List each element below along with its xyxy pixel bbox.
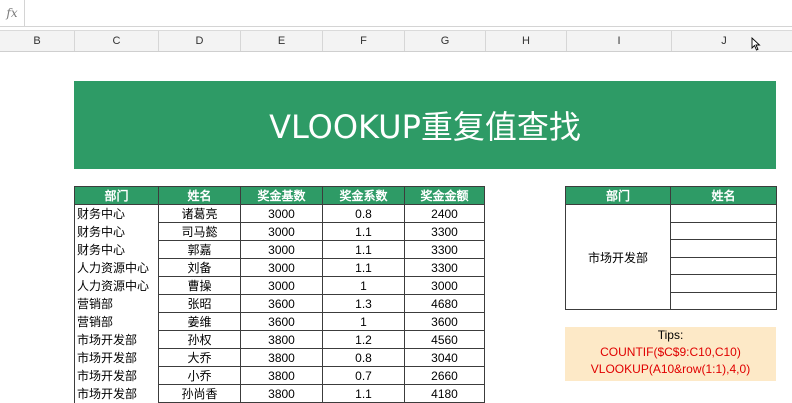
cell-bonus-coef[interactable]: 1.1	[322, 258, 405, 277]
table-row: 财务中心 郭嘉 3000 1.1 3300	[74, 240, 485, 259]
cell-bonus-base[interactable]: 3000	[240, 258, 323, 277]
tips-title: Tips:	[657, 328, 684, 342]
lookup-name-cell[interactable]	[670, 204, 777, 223]
lookup-table: 部门 姓名 市场开发部	[565, 186, 777, 310]
cell-bonus-coef[interactable]: 1.2	[322, 330, 405, 349]
cell-bonus-base[interactable]: 3800	[240, 348, 323, 367]
formula-input[interactable]	[25, 2, 792, 24]
tips-formula-countif: COUNTIF($C$9:C10,C10)	[600, 345, 741, 359]
cell-bonus-coef[interactable]: 1.3	[322, 294, 405, 313]
cell-department[interactable]: 财务中心	[74, 222, 159, 241]
cell-bonus-amount[interactable]: 3300	[404, 258, 485, 277]
header-bonus-base[interactable]: 奖金基数	[240, 186, 323, 205]
lookup-header-name[interactable]: 姓名	[670, 186, 777, 205]
cell-name[interactable]: 孙权	[158, 330, 241, 349]
header-name[interactable]: 姓名	[158, 186, 241, 205]
lookup-name-cell[interactable]	[670, 239, 777, 258]
function-icon[interactable]: fx	[0, 0, 25, 26]
tips-formula-vlookup: VLOOKUP(A10&row(1:1),4,0)	[590, 362, 751, 376]
cell-bonus-coef[interactable]: 1.1	[322, 240, 405, 259]
column-header-g[interactable]: G	[405, 31, 486, 51]
cell-bonus-base[interactable]: 3000	[240, 204, 323, 223]
cell-name[interactable]: 姜维	[158, 312, 241, 331]
cell-bonus-amount[interactable]: 4560	[404, 330, 485, 349]
title-banner: VLOOKUP重复值查找	[74, 81, 776, 169]
table-header-row: 部门 姓名 奖金基数 奖金系数 奖金金额	[74, 186, 485, 205]
cell-bonus-coef[interactable]: 1	[322, 276, 405, 295]
cell-bonus-coef[interactable]: 0.7	[322, 366, 405, 385]
cell-department[interactable]: 财务中心	[74, 204, 159, 223]
column-header-h[interactable]: H	[486, 31, 567, 51]
lookup-name-cell[interactable]	[670, 291, 777, 310]
lookup-header-department[interactable]: 部门	[565, 186, 671, 205]
column-header-d[interactable]: D	[159, 31, 241, 51]
lookup-department-cell[interactable]: 市场开发部	[565, 204, 671, 310]
cell-department[interactable]: 人力资源中心	[74, 258, 159, 277]
cell-bonus-amount[interactable]: 3300	[404, 240, 485, 259]
cell-department[interactable]: 人力资源中心	[74, 276, 159, 295]
mouse-cursor-icon	[751, 37, 761, 51]
cell-name[interactable]: 郭嘉	[158, 240, 241, 259]
table-row: 市场开发部	[565, 204, 777, 310]
cell-name[interactable]: 刘备	[158, 258, 241, 277]
cell-bonus-base[interactable]: 3000	[240, 240, 323, 259]
lookup-name-cell[interactable]	[670, 256, 777, 275]
cell-bonus-amount[interactable]: 2400	[404, 204, 485, 223]
table-row: 营销部 姜维 3600 1 3600	[74, 312, 485, 331]
cell-name[interactable]: 张昭	[158, 294, 241, 313]
table-row: 财务中心 诸葛亮 3000 0.8 2400	[74, 204, 485, 223]
cell-bonus-amount[interactable]: 3040	[404, 348, 485, 367]
table-row: 市场开发部 大乔 3800 0.8 3040	[74, 348, 485, 367]
cell-bonus-base[interactable]: 3600	[240, 312, 323, 331]
cell-name[interactable]: 大乔	[158, 348, 241, 367]
cell-department[interactable]: 财务中心	[74, 240, 159, 259]
cell-name[interactable]: 曹操	[158, 276, 241, 295]
cell-bonus-base[interactable]: 3800	[240, 330, 323, 349]
worksheet: VLOOKUP重复值查找 部门 姓名 奖金基数 奖金系数 奖金金额 财务中心 诸…	[0, 51, 792, 403]
table-row: 财务中心 司马懿 3000 1.1 3300	[74, 222, 485, 241]
formula-bar: fx	[0, 0, 792, 27]
table-row: 市场开发部 孙权 3800 1.2 4560	[74, 330, 485, 349]
table-row: 营销部 张昭 3600 1.3 4680	[74, 294, 485, 313]
cell-bonus-base[interactable]: 3600	[240, 294, 323, 313]
column-header-c[interactable]: C	[75, 31, 159, 51]
cell-bonus-amount[interactable]: 3300	[404, 222, 485, 241]
table-row: 人力资源中心 刘备 3000 1.1 3300	[74, 258, 485, 277]
tips-box: Tips: COUNTIF($C$9:C10,C10) VLOOKUP(A10&…	[565, 327, 776, 381]
cell-bonus-coef[interactable]: 0.8	[322, 348, 405, 367]
cell-bonus-amount[interactable]: 2660	[404, 366, 485, 385]
cell-bonus-coef[interactable]: 1.1	[322, 222, 405, 241]
header-department[interactable]: 部门	[74, 186, 159, 205]
cell-bonus-base[interactable]: 3800	[240, 366, 323, 385]
cell-bonus-amount[interactable]: 3000	[404, 276, 485, 295]
table-row: 人力资源中心 曹操 3000 1 3000	[74, 276, 485, 295]
column-headers: B C D E F G H I J	[0, 30, 792, 52]
cell-department[interactable]: 市场开发部	[74, 348, 159, 367]
bonus-table: 部门 姓名 奖金基数 奖金系数 奖金金额 财务中心 诸葛亮 3000 0.8 2…	[74, 186, 485, 403]
lookup-header-row: 部门 姓名	[565, 186, 777, 205]
column-header-e[interactable]: E	[241, 31, 323, 51]
cell-department[interactable]: 市场开发部	[74, 330, 159, 349]
cell-name[interactable]: 司马懿	[158, 222, 241, 241]
header-bonus-coef[interactable]: 奖金系数	[322, 186, 405, 205]
cell-department[interactable]: 营销部	[74, 312, 159, 331]
cell-bonus-coef[interactable]: 0.8	[322, 204, 405, 223]
lookup-name-cell[interactable]	[670, 274, 777, 293]
cell-name[interactable]: 小乔	[158, 366, 241, 385]
column-header-b[interactable]: B	[0, 31, 75, 51]
cell-department[interactable]: 市场开发部	[74, 366, 159, 385]
header-bonus-amount[interactable]: 奖金金额	[404, 186, 485, 205]
cell-name[interactable]: 诸葛亮	[158, 204, 241, 223]
cell-bonus-amount[interactable]: 4680	[404, 294, 485, 313]
table-row: 市场开发部 小乔 3800 0.7 2660	[74, 366, 485, 385]
cell-department[interactable]: 营销部	[74, 294, 159, 313]
lookup-name-cell[interactable]	[670, 221, 777, 240]
cell-bonus-base[interactable]: 3000	[240, 276, 323, 295]
cell-bonus-amount[interactable]: 3600	[404, 312, 485, 331]
column-header-f[interactable]: F	[323, 31, 405, 51]
column-header-i[interactable]: I	[567, 31, 672, 51]
cell-bonus-coef[interactable]: 1	[322, 312, 405, 331]
cell-bonus-base[interactable]: 3000	[240, 222, 323, 241]
